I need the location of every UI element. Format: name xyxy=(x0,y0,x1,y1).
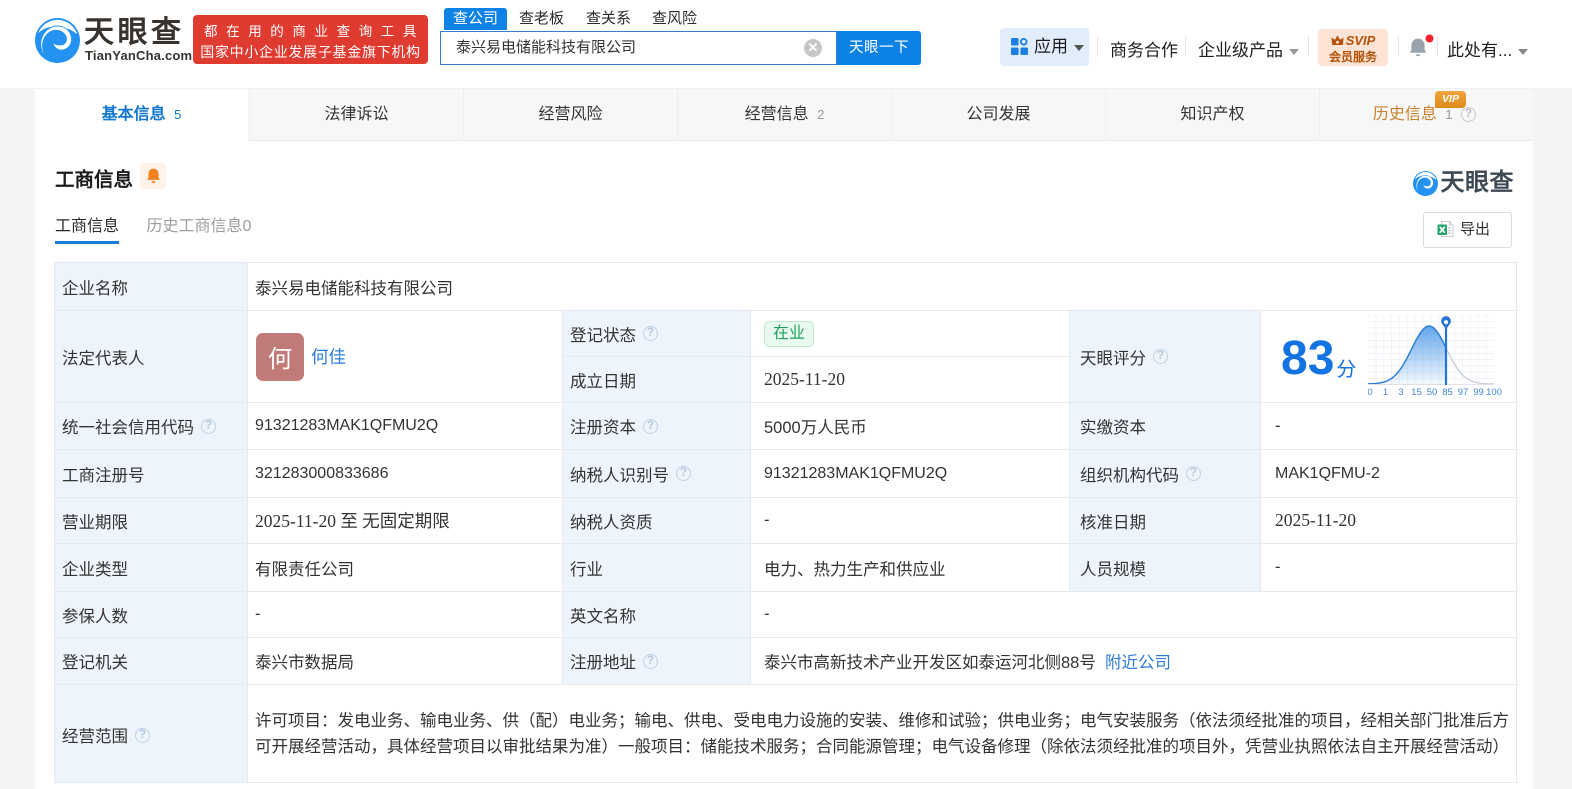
svg-text:3: 3 xyxy=(1399,387,1404,398)
svg-text:85: 85 xyxy=(1443,387,1454,398)
svg-text:97: 97 xyxy=(1458,387,1469,398)
svg-text:100: 100 xyxy=(1486,387,1502,398)
svg-text:50: 50 xyxy=(1427,387,1438,398)
svg-text:15: 15 xyxy=(1412,387,1423,398)
svg-text:99: 99 xyxy=(1474,387,1485,398)
svg-text:1: 1 xyxy=(1383,387,1388,398)
svg-text:0: 0 xyxy=(1368,387,1373,398)
